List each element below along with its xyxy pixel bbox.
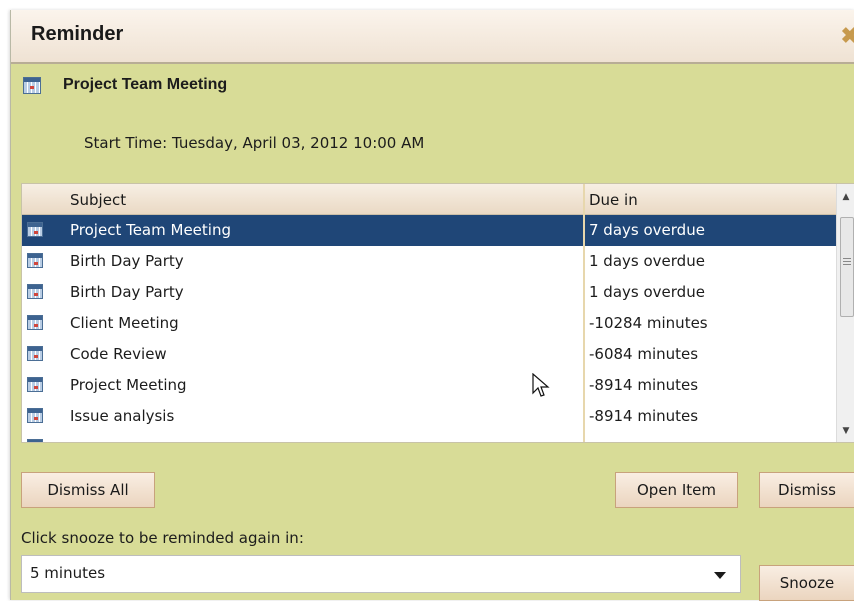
open-item-button[interactable]: Open Item bbox=[615, 472, 738, 508]
list-row[interactable]: Birth Day Party 1 days overdue bbox=[22, 277, 836, 308]
row-subject: Birth Day Party bbox=[70, 252, 184, 270]
row-subject: Project Team Meeting bbox=[70, 221, 231, 239]
dismiss-all-button[interactable]: Dismiss All bbox=[21, 472, 155, 508]
row-due: -8914 minutes bbox=[589, 407, 699, 425]
start-time-label: Start Time: Tuesday, April 03, 2012 10:0… bbox=[84, 134, 425, 152]
list-scrollbar[interactable]: ▲ ▼ bbox=[836, 184, 854, 442]
reminder-list[interactable]: Subject Due in Project Team Meeting 7 da… bbox=[21, 183, 854, 443]
dismiss-button[interactable]: Dismiss bbox=[759, 472, 854, 508]
reminder-item-title: Project Team Meeting bbox=[63, 76, 228, 93]
scrollbar-thumb[interactable] bbox=[840, 217, 854, 317]
row-subject: Code Review bbox=[70, 345, 167, 363]
snooze-label: Click snooze to be reminded again in: bbox=[21, 529, 304, 547]
scroll-down-icon[interactable]: ▼ bbox=[837, 422, 854, 440]
title-bar: Reminder ✖ bbox=[11, 10, 854, 64]
row-due: -6084 minutes bbox=[589, 345, 699, 363]
row-subject: Project Meeting bbox=[70, 376, 187, 394]
calendar-icon bbox=[27, 253, 43, 268]
calendar-icon bbox=[27, 377, 43, 392]
mouse-pointer-icon bbox=[532, 373, 550, 397]
row-subject: Birth Day Party bbox=[70, 283, 184, 301]
calendar-icon bbox=[27, 346, 43, 361]
close-icon[interactable]: ✖ bbox=[841, 23, 854, 49]
grip-icon bbox=[843, 258, 851, 259]
column-divider bbox=[583, 184, 585, 442]
calendar-icon bbox=[27, 222, 43, 237]
list-row[interactable]: Birth Day Party 1 days overdue bbox=[22, 246, 836, 277]
row-due: -8914 minutes bbox=[589, 376, 699, 394]
snooze-button[interactable]: Snooze bbox=[759, 565, 854, 601]
calendar-icon bbox=[27, 315, 43, 330]
snooze-selected-value: 5 minutes bbox=[30, 564, 106, 582]
row-due: 1 days overdue bbox=[589, 252, 705, 270]
list-row[interactable]: Client Meeting -10284 minutes bbox=[22, 308, 836, 339]
list-header: Subject Due in bbox=[22, 184, 836, 215]
calendar-icon bbox=[27, 284, 43, 299]
chevron-down-icon[interactable] bbox=[714, 572, 726, 579]
row-due: 7 days overdue bbox=[589, 221, 705, 239]
calendar-icon bbox=[23, 77, 41, 94]
snooze-select[interactable]: 5 minutes bbox=[21, 555, 741, 593]
column-header-subject[interactable]: Subject bbox=[70, 191, 126, 209]
scroll-up-icon[interactable]: ▲ bbox=[837, 188, 854, 206]
row-subject: Client Meeting bbox=[70, 314, 179, 332]
calendar-icon bbox=[27, 408, 43, 423]
window-title: Reminder bbox=[31, 23, 124, 45]
list-row[interactable]: Project Meeting -8914 minutes bbox=[22, 370, 836, 401]
row-due: -10284 minutes bbox=[589, 314, 708, 332]
reminder-window: Reminder ✖ Project Team Meeting Start Ti… bbox=[10, 10, 854, 601]
list-row[interactable]: Project Team Meeting 7 days overdue bbox=[22, 215, 836, 246]
calendar-icon bbox=[27, 439, 43, 442]
row-subject: Issue analysis bbox=[70, 407, 175, 425]
list-row[interactable]: Issue analysis -8914 minutes bbox=[22, 401, 836, 432]
row-due: 1 days overdue bbox=[589, 283, 705, 301]
list-row[interactable]: Code Review -6084 minutes bbox=[22, 339, 836, 370]
list-row-partial[interactable] bbox=[22, 432, 836, 442]
column-header-due[interactable]: Due in bbox=[589, 191, 638, 209]
